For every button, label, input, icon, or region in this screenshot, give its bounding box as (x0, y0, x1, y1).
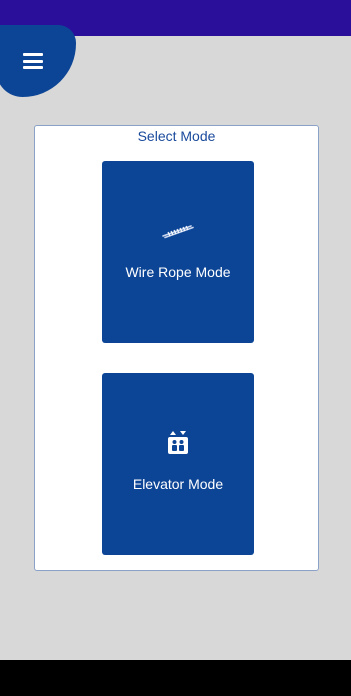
app-screen: Select Mode Wire Rope Mode Elevator Mode (0, 0, 351, 696)
wire-rope-mode-label: Wire Rope Mode (125, 264, 231, 280)
elevator-mode-button[interactable]: Elevator Mode (102, 373, 254, 555)
navigation-bar (0, 660, 351, 696)
menu-button[interactable] (0, 25, 76, 97)
hamburger-menu-icon (23, 53, 43, 69)
elevator-icon (102, 431, 254, 455)
wire-rope-icon (102, 223, 254, 239)
wire-rope-mode-button[interactable]: Wire Rope Mode (102, 161, 254, 343)
elevator-mode-label: Elevator Mode (132, 476, 224, 492)
card-title: Select Mode (137, 128, 216, 144)
mode-selection-card: Select Mode Wire Rope Mode Elevator Mode (34, 125, 319, 571)
